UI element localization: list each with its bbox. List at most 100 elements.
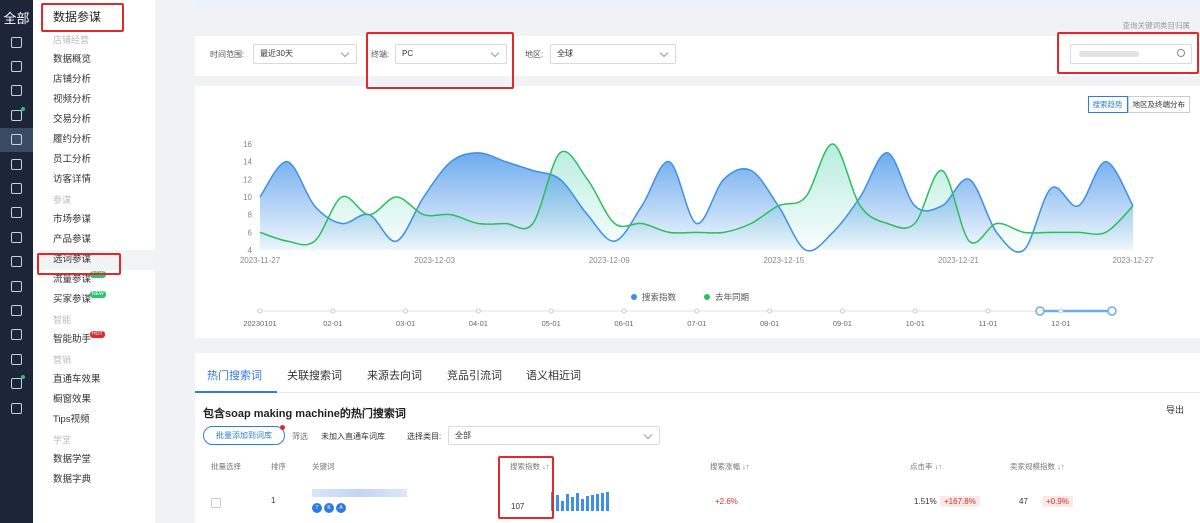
menu-item[interactable]: 交易分析 <box>33 110 155 130</box>
range-label: 12-01 <box>1051 319 1070 328</box>
spark-bar <box>561 501 564 511</box>
menu-item[interactable]: 访客详情 <box>33 170 155 190</box>
range-dot <box>548 308 554 314</box>
clipboard-icon <box>11 256 22 268</box>
header-search-index[interactable]: 搜索指数 ↓↑ <box>510 461 550 472</box>
range-label: 03-01 <box>396 319 415 328</box>
batch-add-button[interactable]: 批量添加到词库 <box>203 425 285 445</box>
sidebar-clipboard-button[interactable] <box>0 250 33 274</box>
menu-item[interactable]: 数据学堂 <box>33 450 155 470</box>
menu-group-label: 智能 <box>53 315 72 325</box>
menu-item-label: 视频分析 <box>53 94 92 105</box>
menu-title[interactable]: 数据参谋 <box>33 0 155 30</box>
side-menu: 数据参谋 店铺经营 数据概览 店铺分析 视频分析 交易分析 履约分析 员工分析 访客详情 参谋市… <box>33 0 155 523</box>
message-icon <box>11 207 22 219</box>
sidebar-briefcase-button[interactable] <box>0 396 33 420</box>
sidebar-plant-button[interactable] <box>0 371 33 395</box>
header-rank: 排序 <box>271 462 286 471</box>
sidebar-chart-bar-button[interactable] <box>0 127 33 152</box>
range-handle[interactable] <box>1035 306 1045 316</box>
menu-item[interactable]: 直通车效果 <box>33 370 155 390</box>
sidebar-home-button[interactable] <box>0 30 33 54</box>
spark-bar <box>586 496 589 511</box>
menu-item[interactable]: 店铺分析 <box>33 70 155 90</box>
all-menu-label[interactable]: 全部 <box>0 8 33 28</box>
keyword-list-card: 热门搜索词 关联搜索词 来源去向词 竞品引流词 语义相近词 包含soap mak… <box>195 353 1200 523</box>
range-dot <box>475 308 481 314</box>
spark-bar <box>576 493 579 511</box>
menu-item[interactable]: 橱窗效果 <box>33 390 155 410</box>
tab-semantic-keywords[interactable]: 语义相近词 <box>526 367 581 383</box>
y-tick-label: 14 <box>243 158 252 167</box>
x-tick-label: 2023-12-27 <box>1113 256 1154 265</box>
menu-item[interactable]: 市场参谋 <box>33 210 155 230</box>
spark-bar <box>571 497 574 511</box>
sidebar-message-button[interactable] <box>0 201 33 225</box>
sidebar-truck-button[interactable] <box>0 323 33 347</box>
tab-competitor-keywords[interactable]: 竞品引流词 <box>447 367 502 383</box>
menu-item-label: 产品参谋 <box>53 234 92 245</box>
search-icon[interactable] <box>1177 49 1185 57</box>
range-handle[interactable] <box>1107 306 1117 316</box>
status-dot <box>21 375 25 380</box>
header-ctr[interactable]: 点击率 ↓↑ <box>910 461 942 472</box>
menu-item-label: 员工分析 <box>53 154 92 165</box>
batch-add-label: 批量添加到词库 <box>216 431 272 440</box>
notification-dot <box>280 425 285 430</box>
range-dot <box>257 308 263 314</box>
x-tick-label: 2023-12-09 <box>589 256 630 265</box>
tab-source-keywords[interactable]: 来源去向词 <box>367 367 422 383</box>
chevron-down-icon <box>490 48 500 58</box>
menu-item[interactable]: 流量参谋 NEW <box>33 270 155 290</box>
menu-item[interactable]: 员工分析 <box>33 150 155 170</box>
sidebar-users-button[interactable] <box>0 225 33 249</box>
menu-item-label: 直通车效果 <box>53 374 101 385</box>
sidebar-shield-button[interactable] <box>0 347 33 371</box>
tab-related-keywords[interactable]: 关联搜索词 <box>287 367 342 383</box>
legend-label: 去年同期 <box>715 292 749 302</box>
chevron-down-icon <box>659 48 669 58</box>
time-range-select[interactable]: 最近30天 <box>253 44 357 64</box>
menu-item[interactable]: 选词参谋 <box>33 250 155 270</box>
region-select[interactable]: 全球 <box>550 44 676 64</box>
trend-chart: 4 6 8 10 12 14 16 2023-11-27 2023-12-03 2023-12-0… <box>240 140 1154 328</box>
keyword-blurred[interactable] <box>312 489 407 497</box>
terminal-select[interactable]: PC <box>395 44 507 64</box>
export-button[interactable]: 导出 <box>1166 403 1184 416</box>
sidebar-broadcast-button[interactable] <box>0 152 33 176</box>
header-seller-scale[interactable]: 卖家规模指数 ↓↑ <box>1010 461 1065 472</box>
sidebar-calendar-button[interactable] <box>0 79 33 103</box>
sidebar-ticket-button[interactable] <box>0 176 33 200</box>
row-checkbox[interactable] <box>211 498 221 508</box>
header-search-growth[interactable]: 搜索涨幅 ↓↑ <box>710 461 750 472</box>
menu-item[interactable]: Tips视频 <box>33 410 155 430</box>
sidebar-video-button[interactable] <box>0 103 33 127</box>
category-select[interactable]: 全部 <box>448 426 660 445</box>
range-dot <box>330 308 336 314</box>
keyword-search-input[interactable] <box>1070 44 1192 64</box>
menu-item[interactable]: 视频分析 <box>33 90 155 110</box>
x-tick-label: 2023-12-03 <box>414 256 455 265</box>
sidebar-store-button[interactable] <box>0 54 33 78</box>
row-rank: 1 <box>271 496 276 505</box>
sidebar-bag-button[interactable] <box>0 298 33 322</box>
users-icon <box>11 231 22 243</box>
menu-item[interactable]: 数据字典 <box>33 470 155 490</box>
x-tick-label: 2023-12-21 <box>938 256 979 265</box>
menu-item[interactable]: 数据概览 <box>33 50 155 70</box>
sidebar-globe-button[interactable] <box>0 274 33 298</box>
menu-item[interactable]: 履约分析 <box>33 130 155 150</box>
menu-item-label: 买家参谋 <box>53 294 92 305</box>
menu-item[interactable]: 买家参谋 NEW <box>33 290 155 310</box>
x-tick-label: 2023-11-27 <box>240 256 281 265</box>
store-icon <box>11 61 22 73</box>
menu-item[interactable]: 产品参谋 <box>33 230 155 250</box>
tab-hot-keywords[interactable]: 热门搜索词 <box>207 367 262 383</box>
y-tick-label: 10 <box>243 193 252 202</box>
range-label: 09-01 <box>833 319 852 328</box>
menu-item-label: 店铺分析 <box>53 74 92 85</box>
filter-not-added[interactable]: 未加入直通车词库 <box>321 431 385 442</box>
category-lookup-link[interactable]: 查询关键词类目归属 <box>1123 20 1191 31</box>
menu-item[interactable]: 智能助手 HOT <box>33 330 155 350</box>
menu-item-label: 数据概览 <box>53 54 92 65</box>
